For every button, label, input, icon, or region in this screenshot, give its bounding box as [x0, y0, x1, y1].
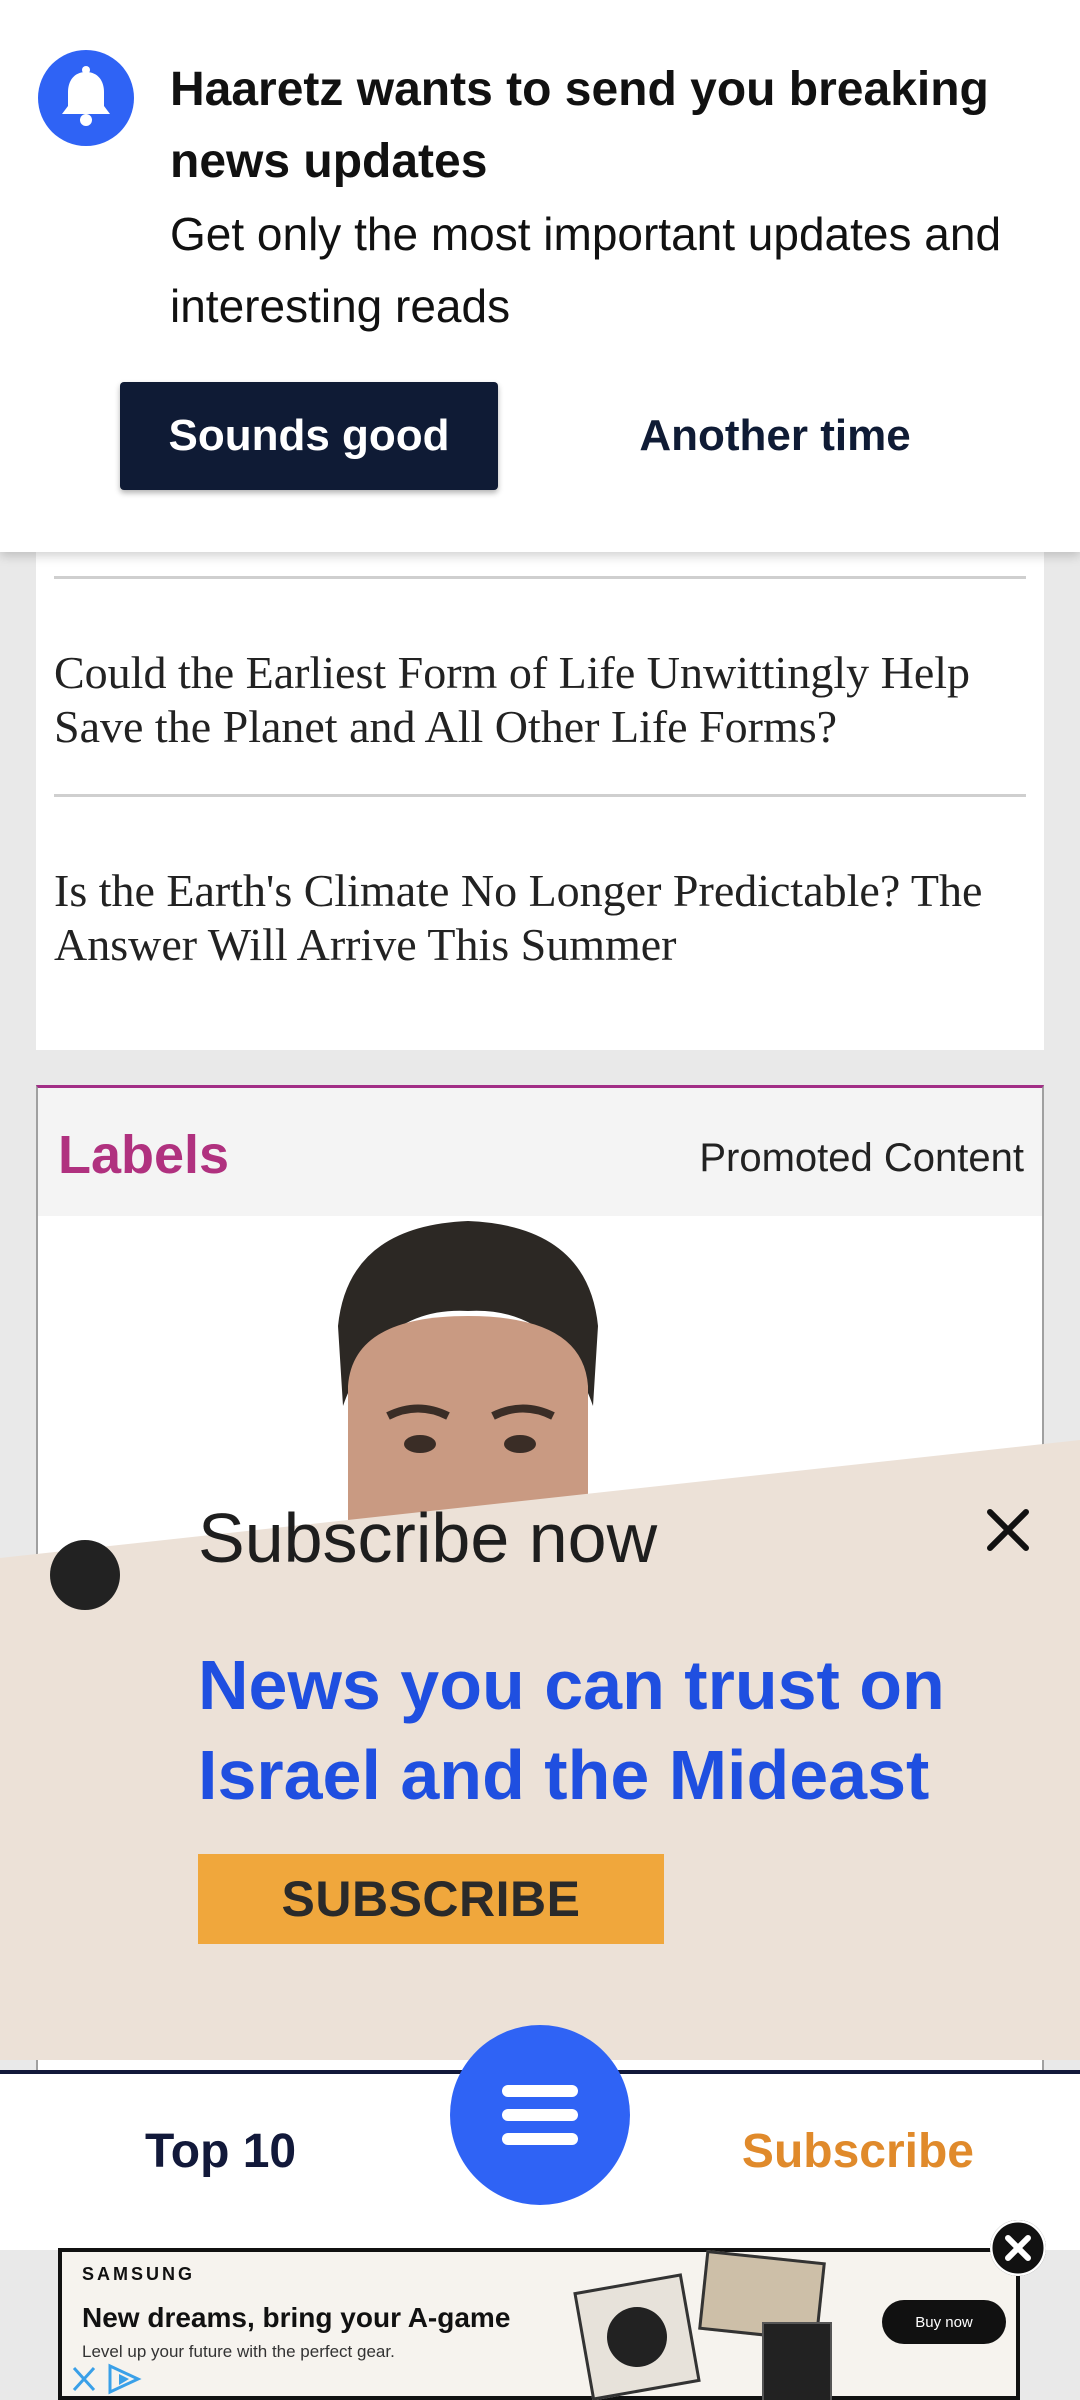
subscribe-headline: News you can trust on Israel and the Mid…: [198, 1646, 945, 1814]
turntable-image: [573, 2273, 701, 2400]
promo-title[interactable]: Labels: [58, 1124, 229, 1186]
ad-brand: SAMSUNG: [82, 2264, 196, 2284]
subscribe-overlay: Subscribe now News you can trust on Isra…: [0, 1440, 1080, 2060]
notification-prompt: Haaretz wants to send you breaking news …: [0, 0, 1080, 552]
notification-title: Haaretz wants to send you breaking news …: [170, 63, 989, 188]
ad-subtext: Level up your future with the perfect ge…: [82, 2342, 395, 2361]
bell-icon: [38, 50, 134, 146]
overlay-logo-icon: [50, 1540, 120, 1610]
article-link[interactable]: Could the Earliest Form of Life Unwittin…: [54, 646, 1026, 754]
divider: [54, 794, 1026, 797]
ad-buy-now-button[interactable]: Buy now: [882, 2300, 1006, 2344]
article-link[interactable]: Is the Earth's Climate No Longer Predict…: [54, 864, 1026, 972]
promoted-content-label: Promoted Content: [699, 1136, 1024, 1180]
adchoices-icon[interactable]: [66, 2360, 156, 2398]
subscribe-button[interactable]: SUBSCRIBE: [198, 1854, 664, 1944]
menu-line: [502, 2085, 578, 2097]
hamburger-menu-icon[interactable]: [450, 2025, 630, 2205]
subscribe-link[interactable]: Subscribe: [742, 2124, 974, 2179]
promoted-content-header: Labels Promoted Content: [38, 1088, 1042, 1216]
divider: [54, 576, 1026, 579]
subscribe-now-heading: Subscribe now: [198, 1499, 658, 1577]
sounds-good-button[interactable]: Sounds good: [120, 382, 498, 490]
menu-line: [502, 2133, 578, 2145]
top-10-link[interactable]: Top 10: [145, 2124, 296, 2179]
menu-line: [502, 2109, 578, 2121]
notification-body: Get only the most important updates and …: [170, 208, 1002, 332]
close-icon[interactable]: [978, 1500, 1038, 1560]
phone-image: [762, 2322, 832, 2400]
another-time-button[interactable]: Another time: [600, 382, 950, 490]
ad-headline: New dreams, bring your A-game: [82, 2302, 511, 2333]
ad-close-icon[interactable]: [990, 2220, 1046, 2276]
article-list: Could the Earliest Form of Life Unwittin…: [36, 540, 1044, 1050]
ad-banner[interactable]: SAMSUNG New dreams, bring your A-game Le…: [58, 2248, 1020, 2400]
